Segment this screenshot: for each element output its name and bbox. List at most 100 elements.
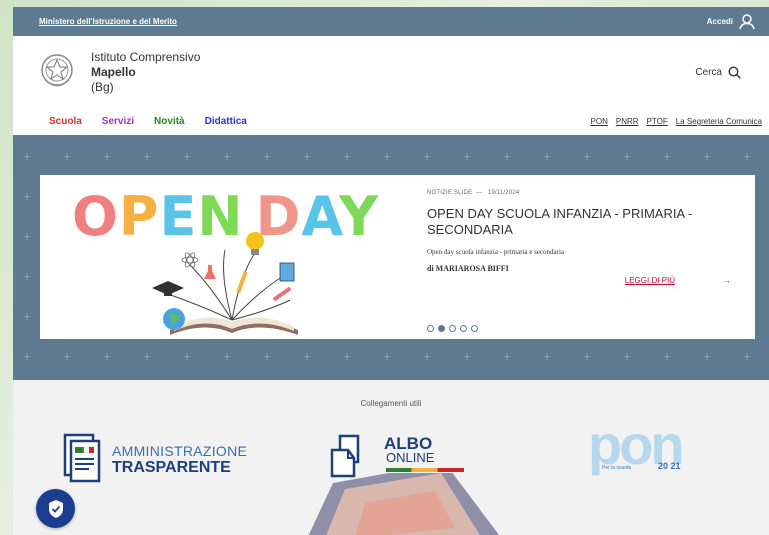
plus-decoration: + [543,148,552,164]
main-nav: Scuola Servizi Novità Didattica PON PNRR PTOF… [13,108,769,135]
plus-decoration: + [103,348,112,364]
plus-decoration: + [263,348,272,364]
read-more-link[interactable]: LEGGI DI PIÙ → [625,276,731,285]
slide-author: di MARIAROSA BIFFI [427,264,509,273]
slide-date: 19/11/2024 [487,190,520,196]
privacy-shield-button[interactable] [36,489,75,528]
plus-decoration: + [23,308,32,324]
plus-decoration: + [23,188,32,204]
plus-decoration: + [143,348,152,364]
user-icon [739,13,755,29]
login-button[interactable]: Accedi [706,13,755,30]
top-bar: Ministero dell'Istruzione e del Merito A… [13,7,769,36]
plus-decoration: + [383,148,392,164]
school-type: Istituto Comprensivo [91,49,201,64]
slide-card[interactable]: OPEN DAY NOTIZIE SLIDE — 19/11/2024 OPEN… [40,175,755,339]
hero-carousel: OPEN DAY NOTIZIE SLIDE — 19/11/2024 OPEN… [13,135,769,380]
plus-decoration: + [303,148,312,164]
plus-decoration: + [343,148,352,164]
document-icon [63,433,101,483]
plus-decoration: + [623,148,632,164]
plus-decoration: + [383,348,392,364]
nav-secondary-la-segreteria-comunica[interactable]: La Segreteria Comunica [676,117,762,126]
search-button[interactable]: Cerca [695,65,741,79]
plus-decoration: + [303,348,312,364]
plus-decoration: + [663,348,672,364]
carousel-dot[interactable] [427,325,434,332]
school-name: Mapello [91,64,136,79]
plus-decoration: + [343,348,352,364]
plus-decoration: + [423,348,432,364]
nav-item-didattica[interactable]: Didattica [205,116,247,127]
plus-decoration: + [23,228,32,244]
plus-decoration: + [423,148,432,164]
ministry-link[interactable]: Ministero dell'Istruzione e del Merito [39,17,177,26]
plus-decoration: + [583,348,592,364]
arrow-right-icon: → [723,276,731,285]
plus-decoration: + [143,148,152,164]
plus-decoration: + [503,348,512,364]
nav-item-novit[interactable]: Novità [154,116,185,127]
carousel-dot[interactable] [471,325,478,332]
plus-decoration: + [623,348,632,364]
slide-image[interactable]: OPEN DAY [40,175,415,339]
albo-underline [386,468,464,472]
plus-decoration: + [463,148,472,164]
plus-decoration: + [23,348,32,364]
pon-link[interactable]: pon Per la scuola 20 21 [588,415,693,483]
slide-subtitle: Open day scuola infanzia - primaria e se… [427,248,565,256]
plus-decoration: + [463,348,472,364]
plus-decoration: + [63,148,72,164]
plus-decoration: + [183,348,192,364]
pon-subtitle: Per la scuola [602,465,631,471]
plus-decoration: + [503,148,512,164]
plus-decoration: + [743,348,752,364]
plus-decoration: + [543,348,552,364]
plus-decoration: + [703,148,712,164]
nav-item-servizi[interactable]: Servizi [102,116,134,127]
school-province: (Bg) [91,79,114,94]
amministrazione-line2: TRASPARENTE [112,459,231,476]
plus-decoration: + [63,348,72,364]
plus-decoration: + [703,348,712,364]
shield-check-icon [48,499,63,518]
plus-decoration: + [23,148,32,164]
site-header: Istituto Comprensivo Mapello (Bg) Cerca [13,36,769,108]
carousel-dot[interactable] [438,325,445,332]
albo-line2: ONLINE [386,450,435,465]
brand[interactable]: Istituto Comprensivo Mapello (Bg) [39,50,200,95]
nav-item-scuola[interactable]: Scuola [49,116,82,127]
carousel-dot[interactable] [449,325,456,332]
overlapping-photo [308,473,499,535]
plus-decoration: + [663,148,672,164]
carousel-dots [427,325,478,332]
search-icon [728,65,741,79]
browser-page: Ministero dell'Istruzione e del Merito A… [13,7,769,535]
plus-decoration: + [223,148,232,164]
amministrazione-line1: AMMINISTRAZIONE [112,443,248,459]
useful-links: Collegamenti utili AMMINISTRAZIONE TRASP… [13,380,769,535]
slide-meta: NOTIZIE SLIDE — 19/11/2024 [427,190,520,196]
pon-years: 20 21 [658,461,681,471]
slide-title[interactable]: OPEN DAY SCUOLA INFANZIA - PRIMARIA - SE… [427,206,739,238]
slide-category: NOTIZIE SLIDE [427,190,473,196]
plus-decoration: + [223,348,232,364]
slide-content: NOTIZIE SLIDE — 19/11/2024 OPEN DAY SCUO… [415,175,755,339]
nav-secondary-pon[interactable]: PON [591,117,608,126]
plus-decoration: + [183,148,192,164]
plus-decoration: + [583,148,592,164]
login-label: Accedi [706,17,733,26]
carousel-dot[interactable] [460,325,467,332]
nav-secondary-ptof[interactable]: PTOF [647,117,668,126]
nav-secondary-pnrr[interactable]: PNRR [616,117,639,126]
amministrazione-trasparente-link[interactable]: AMMINISTRAZIONE TRASPARENTE [61,433,248,485]
search-label: Cerca [695,66,722,78]
read-more-label: LEGGI DI PIÙ [624,276,675,285]
svg-text:OPENDAY: OPEN DAY [72,185,379,248]
plus-decoration: + [263,148,272,164]
plus-decoration: + [103,148,112,164]
plus-decoration: + [23,268,32,284]
republic-emblem-icon [41,54,73,87]
useful-links-title: Collegamenti utili [360,399,422,408]
plus-decoration: + [743,148,752,164]
